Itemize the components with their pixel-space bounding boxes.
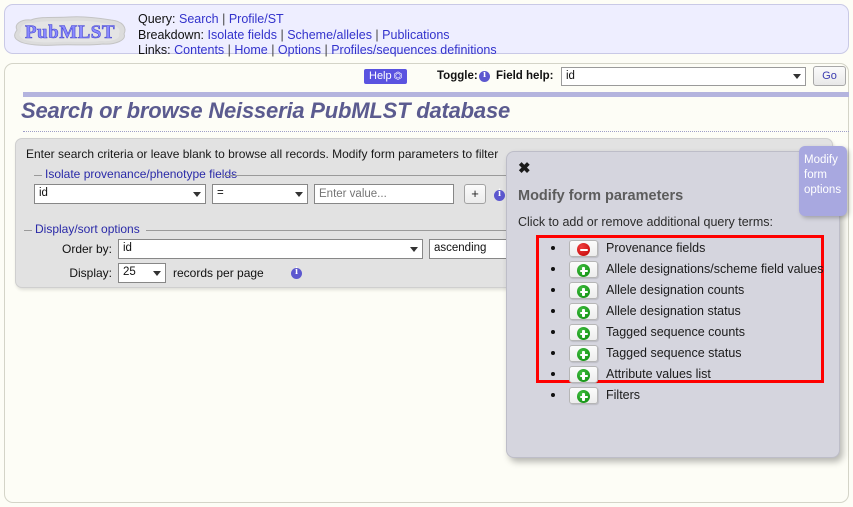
plus-circle-icon[interactable] <box>569 282 598 299</box>
nav-link-profiles-sequences-definitions[interactable]: Profiles/sequences definitions <box>331 43 496 57</box>
logo-wordmark: PubMLST <box>25 22 115 43</box>
nav-label-breakdown: Breakdown: <box>138 27 205 42</box>
records-per-page-value: 25 <box>123 266 136 278</box>
page-toolbar: Help⏣ Toggle: Field help: id Go <box>5 64 848 91</box>
modify-form-options-tab-label: Modify form options <box>804 154 842 196</box>
list-bullet <box>551 372 555 376</box>
list-item-label: Allele designations/scheme field values <box>606 262 824 276</box>
display-label: Display: <box>69 266 112 280</box>
minus-circle-icon[interactable] <box>569 240 598 257</box>
chevron-down-icon <box>193 192 201 197</box>
nav-label-query: Query: <box>138 12 176 26</box>
provenance-value-input[interactable] <box>314 184 454 204</box>
sort-direction-value: ascending <box>434 242 487 254</box>
external-link-icon: ⏣ <box>393 71 403 82</box>
list-item[interactable]: Attribute values list <box>518 364 828 385</box>
nav-link-contents[interactable]: Contents <box>174 43 224 57</box>
nav-link-publications[interactable]: Publications <box>382 28 449 42</box>
list-item[interactable]: Allele designation counts <box>518 280 828 301</box>
modify-form-options-tab[interactable]: Modify form options <box>799 146 847 216</box>
nav-row-links: Links: Contents | Home | Options | Profi… <box>138 43 497 58</box>
nav-row-query: Query: Search | Profile/ST <box>138 12 284 26</box>
list-item-label: Attribute values list <box>606 367 711 381</box>
list-item[interactable]: Allele designation status <box>518 301 828 322</box>
list-item-label: Tagged sequence counts <box>606 325 745 339</box>
provenance-legend: Isolate provenance/phenotype fields <box>42 167 241 181</box>
plus-circle-icon[interactable] <box>569 387 598 404</box>
list-bullet <box>551 351 555 355</box>
query-terms-list: Provenance fields Allele designations/sc… <box>518 238 828 406</box>
list-item-label: Tagged sequence status <box>606 346 742 360</box>
records-per-page-suffix: records per page <box>173 266 264 280</box>
list-item[interactable]: Allele designations/scheme field values <box>518 259 828 280</box>
list-item-label: Filters <box>606 388 641 402</box>
list-bullet <box>551 267 555 271</box>
list-bullet <box>551 309 555 313</box>
title-rule-top <box>23 92 849 97</box>
info-icon-provenance[interactable] <box>494 188 505 203</box>
form-intro-text: Enter search criteria or leave blank to … <box>26 147 499 161</box>
list-item[interactable]: Tagged sequence status <box>518 343 828 364</box>
pubmlst-logo: PubMLST <box>11 14 129 48</box>
nav-link-home[interactable]: Home <box>234 43 267 57</box>
list-item[interactable]: Tagged sequence counts <box>518 322 828 343</box>
provenance-operator-value: = <box>217 187 224 199</box>
plus-circle-icon[interactable] <box>569 303 598 320</box>
toggle-label: Toggle: <box>437 70 478 82</box>
add-provenance-row-button[interactable]: + <box>464 184 486 204</box>
list-bullet <box>551 288 555 292</box>
plus-circle-icon[interactable] <box>569 345 598 362</box>
site-header: PubMLST Query: Search | Profile/ST Break… <box>4 4 849 57</box>
list-item-label: Allele designation status <box>606 304 741 318</box>
nav-link-profile-st[interactable]: Profile/ST <box>229 12 284 26</box>
nav-link-options[interactable]: Options <box>278 43 321 57</box>
list-bullet <box>551 330 555 334</box>
plus-circle-icon[interactable] <box>569 324 598 341</box>
dialog-heading: Modify form parameters <box>518 188 684 204</box>
provenance-operator-select[interactable]: = <box>212 184 308 204</box>
chevron-down-icon <box>793 74 801 79</box>
field-help-label: Field help: <box>496 70 554 82</box>
list-item-label: Provenance fields <box>606 241 706 255</box>
nav-label-links: Links: <box>138 43 171 58</box>
nav-link-isolate-fields[interactable]: Isolate fields <box>208 28 277 42</box>
info-icon-toggle[interactable] <box>479 69 490 84</box>
provenance-legend-rule-left <box>34 175 42 176</box>
records-per-page-select[interactable]: 25 <box>118 263 166 283</box>
plus-circle-icon[interactable] <box>569 261 598 278</box>
chevron-down-icon <box>153 271 161 276</box>
order-by-select[interactable]: id <box>118 239 423 259</box>
plus-circle-icon[interactable] <box>569 366 598 383</box>
modify-form-parameters-dialog: Modify form options ✖ Modify form parame… <box>506 146 847 458</box>
chevron-down-icon <box>410 247 418 252</box>
nav-link-search[interactable]: Search <box>179 12 219 26</box>
order-by-label: Order by: <box>61 242 112 256</box>
dialog-subtitle: Click to add or remove additional query … <box>518 215 773 229</box>
list-item[interactable]: Filters <box>518 385 828 406</box>
provenance-field-select[interactable]: id <box>34 184 206 204</box>
info-icon-display[interactable] <box>291 266 302 281</box>
order-by-value: id <box>123 242 132 254</box>
display-legend-rule-left <box>24 230 32 231</box>
go-button[interactable]: Go <box>813 66 846 86</box>
list-bullet <box>551 393 555 397</box>
list-item[interactable]: Provenance fields <box>518 238 828 259</box>
page-title: Search or browse Neisseria PubMLST datab… <box>21 98 511 123</box>
nav-row-breakdown: Breakdown: Isolate fields | Scheme/allel… <box>138 27 450 42</box>
help-button-label: Help <box>369 70 392 82</box>
chevron-down-icon <box>295 192 303 197</box>
header-nav: Query: Search | Profile/ST Breakdown: Is… <box>138 12 497 59</box>
list-bullet <box>551 246 555 250</box>
list-item-label: Allele designation counts <box>606 283 745 297</box>
title-rule-bottom <box>23 131 849 132</box>
field-help-select[interactable]: id <box>561 67 806 86</box>
display-legend: Display/sort options <box>32 222 143 236</box>
field-help-select-value: id <box>566 70 575 82</box>
close-icon[interactable]: ✖ <box>518 161 531 176</box>
help-button[interactable]: Help ⏣ <box>364 69 408 84</box>
nav-link-scheme-alleles[interactable]: Scheme/alleles <box>287 28 372 42</box>
provenance-field-value: id <box>39 187 48 199</box>
